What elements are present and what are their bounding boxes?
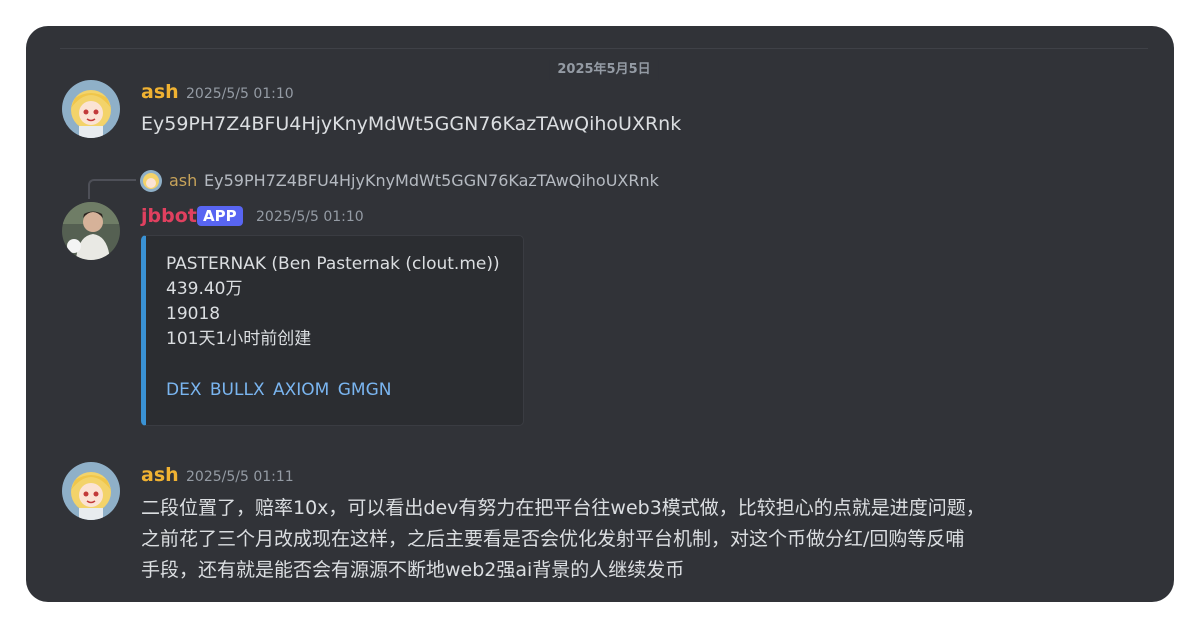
message-line: 二段位置了，赔率10x，可以看出dev有努力在把平台往web3模式做，比较担心的… bbox=[141, 497, 985, 519]
app-badge: APP bbox=[197, 206, 243, 226]
reply-avatar[interactable] bbox=[140, 170, 162, 192]
reply-connector bbox=[88, 179, 136, 199]
reply-author[interactable]: ash bbox=[169, 171, 197, 191]
date-divider: 2025年5月5日 bbox=[60, 48, 1148, 80]
message-author[interactable]: ash bbox=[141, 463, 179, 487]
avatar[interactable] bbox=[62, 462, 120, 520]
message-content: Ey59PH7Z4BFU4HjyKnyMdWt5GGN76KazTAwQihoU… bbox=[141, 113, 682, 135]
message-timestamp: 2025/5/5 01:10 bbox=[186, 86, 294, 102]
embed-links: DEX BULLX AXIOM GMGN bbox=[166, 378, 394, 402]
link-dex[interactable]: DEX bbox=[166, 380, 201, 400]
bot-embed: PASTERNAK (Ben Pasternak (clout.me)) 439… bbox=[141, 235, 524, 426]
date-divider-label: 2025年5月5日 bbox=[549, 60, 659, 80]
message-timestamp: 2025/5/5 01:11 bbox=[186, 469, 294, 485]
avatar[interactable] bbox=[62, 202, 120, 260]
link-gmgn[interactable]: GMGN bbox=[338, 380, 392, 400]
reply-preview[interactable]: Ey59PH7Z4BFU4HjyKnyMdWt5GGN76KazTAwQihoU… bbox=[204, 171, 659, 191]
message-line: 手段，还有就是能否会有源源不断地web2强ai背景的人继续发币 bbox=[141, 559, 685, 581]
link-bullx[interactable]: BULLX bbox=[210, 380, 265, 400]
embed-market-cap: 439.40万 bbox=[166, 279, 243, 299]
avatar[interactable] bbox=[62, 80, 120, 138]
message-timestamp: 2025/5/5 01:10 bbox=[256, 209, 364, 225]
chat-panel: 2025年5月5日 ash 2025/5/5 01:10 Ey59PH7Z4BF… bbox=[26, 26, 1174, 602]
link-axiom[interactable]: AXIOM bbox=[273, 380, 329, 400]
message-author[interactable]: jbbot bbox=[141, 204, 197, 228]
embed-created: 101天1小时前创建 bbox=[166, 329, 312, 349]
embed-token-name: PASTERNAK (Ben Pasternak (clout.me)) bbox=[166, 254, 500, 274]
message-author[interactable]: ash bbox=[141, 80, 179, 104]
message-line: 之前花了三个月改成现在这样，之后主要看是否会优化发射平台机制，对这个币做分红/回… bbox=[141, 528, 965, 550]
message-content: 二段位置了，赔率10x，可以看出dev有努力在把平台往web3模式做，比较担心的… bbox=[141, 493, 985, 586]
embed-holders: 19018 bbox=[166, 304, 221, 324]
